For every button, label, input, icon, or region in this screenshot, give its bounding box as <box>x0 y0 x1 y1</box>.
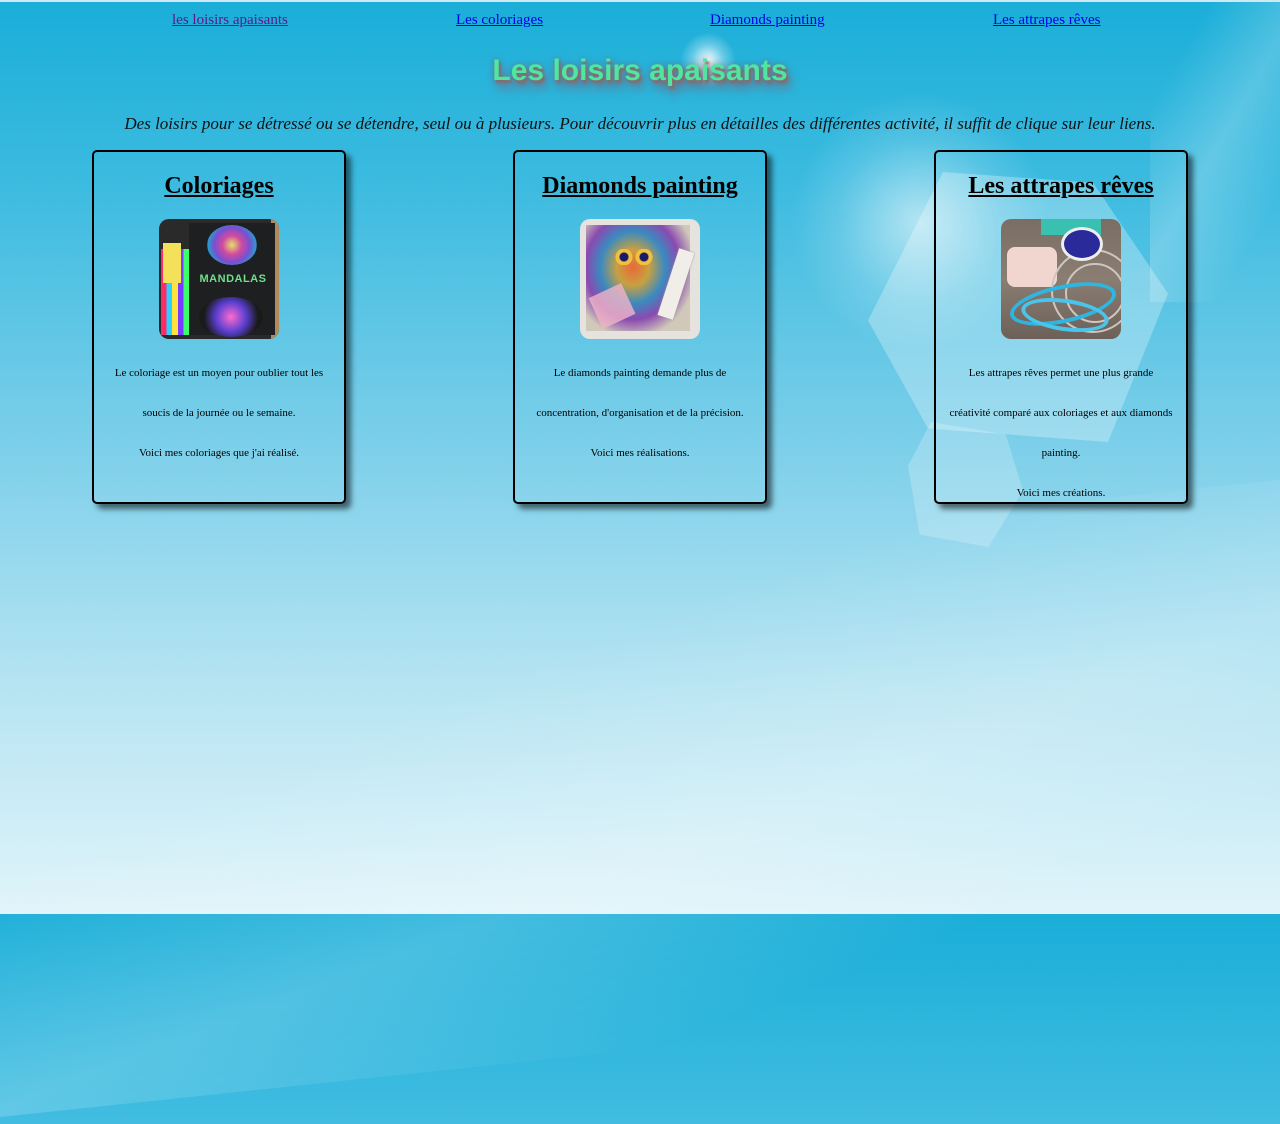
card-text-line: Les attrapes rêves permet une plus grand… <box>968 367 1154 379</box>
nav-link-diamonds-painting[interactable]: Diamonds painting <box>710 12 825 29</box>
diamond-painting-photo[interactable] <box>580 219 700 339</box>
card-description: Le coloriage est un moyen pour oublier t… <box>94 353 344 473</box>
page-intro: Des loisirs pour se détressé ou se déten… <box>124 114 1156 133</box>
card-title[interactable]: Diamonds painting <box>515 172 765 200</box>
card-text-line: Voici mes coloriages que j'ai réalisé. <box>138 447 299 459</box>
card-description: Les attrapes rêves permet une plus grand… <box>936 353 1186 513</box>
card-text-line: créativité comparé aux coloriages et aux… <box>949 407 1173 419</box>
card-description: Le diamonds painting demande plus de con… <box>515 353 765 473</box>
card-attrapes-reves: Les attrapes rêves Les attrapes rêves pe… <box>934 150 1188 504</box>
dream-catcher-photo[interactable] <box>1001 219 1121 339</box>
nav-link-loisirs-apaisants[interactable]: les loisirs apaisants <box>172 12 288 29</box>
card-text-line: Le diamonds painting demande plus de <box>553 367 727 379</box>
card-text-line: Voici mes créations. <box>1016 487 1106 499</box>
top-navigation: les loisirs apaisants Les coloriages Dia… <box>0 12 1280 36</box>
coloring-book-cover-text: MANDALAS <box>199 273 267 285</box>
card-title[interactable]: Coloriages <box>94 172 344 200</box>
card-text-line: Voici mes réalisations. <box>590 447 690 459</box>
card-text-line: painting. <box>1041 447 1081 459</box>
nav-link-coloriages[interactable]: Les coloriages <box>456 12 543 29</box>
card-text-line: Le coloriage est un moyen pour oublier t… <box>114 367 324 379</box>
card-text-line: soucis de la journée ou le semaine. <box>142 407 296 419</box>
nav-link-attrapes-reves[interactable]: Les attrapes rêves <box>993 12 1100 29</box>
page-title: Les loisirs apaisants <box>492 54 788 87</box>
background-light-streak <box>0 459 1280 1124</box>
card-diamonds-painting: Diamonds painting Le diamonds painting d… <box>513 150 767 504</box>
card-text-line: concentration, d'organisation et de la p… <box>536 407 744 419</box>
coloring-book-photo[interactable]: MANDALAS <box>159 219 279 339</box>
card-coloriages: Coloriages MANDALAS Le coloriage est un … <box>92 150 346 504</box>
card-title[interactable]: Les attrapes rêves <box>936 172 1186 200</box>
